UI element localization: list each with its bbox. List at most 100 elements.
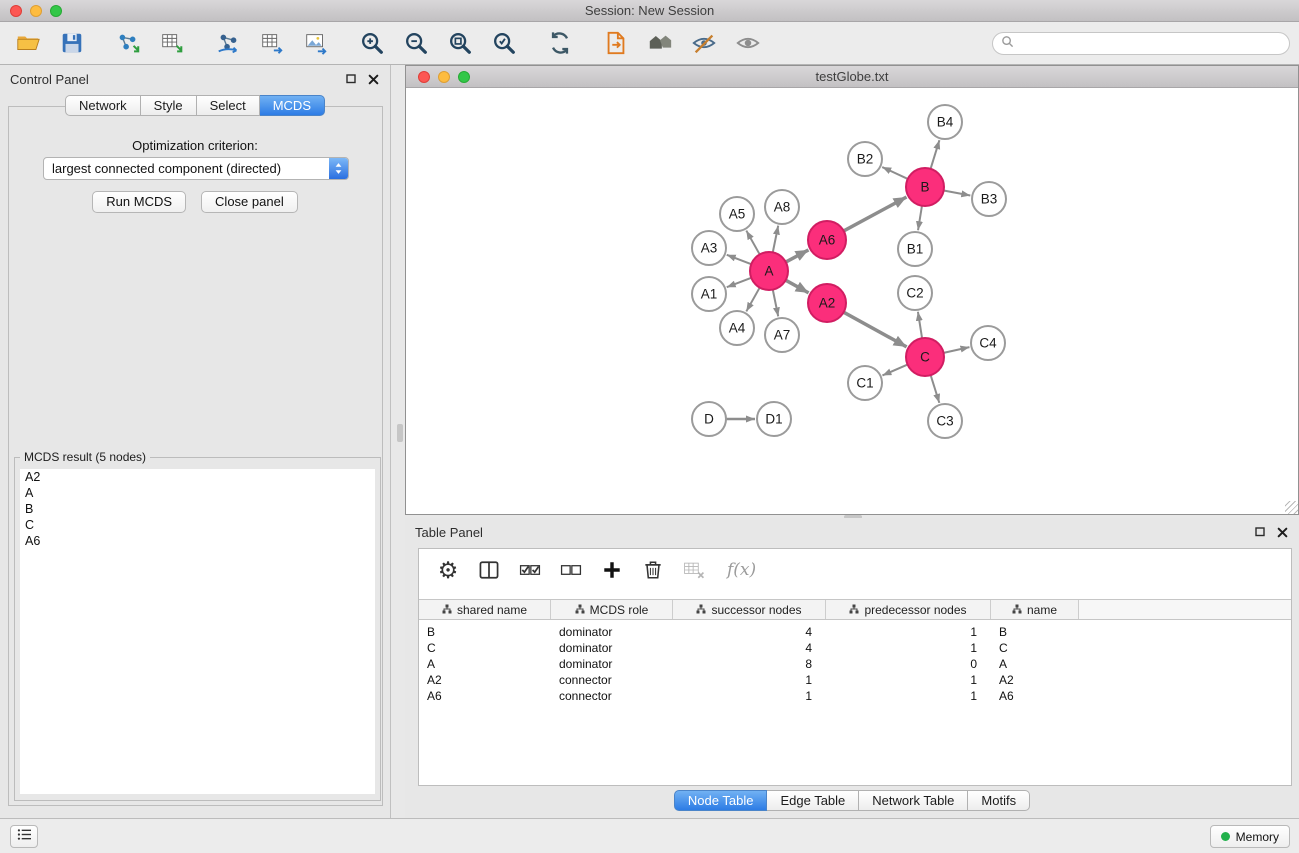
table-cell[interactable]: B bbox=[991, 624, 1079, 640]
graph-node-D[interactable]: D bbox=[692, 402, 726, 436]
graph-edge-A-A7[interactable] bbox=[773, 290, 778, 317]
mcds-result-item[interactable]: A bbox=[20, 485, 375, 501]
export-document-icon[interactable] bbox=[602, 29, 630, 57]
close-window-button[interactable] bbox=[10, 5, 22, 17]
settings-gear-icon[interactable]: ⚙ bbox=[435, 557, 461, 583]
graph-edge-B-B2[interactable] bbox=[882, 167, 908, 179]
table-cell[interactable]: dominator bbox=[551, 656, 673, 672]
table-row[interactable]: Cdominator41C bbox=[419, 640, 1291, 656]
mcds-result-item[interactable]: C bbox=[20, 517, 375, 533]
graph-node-C1[interactable]: C1 bbox=[848, 366, 882, 400]
import-table-icon[interactable] bbox=[158, 29, 186, 57]
task-history-button[interactable] bbox=[10, 825, 38, 848]
graph-edge-A-A3[interactable] bbox=[727, 255, 752, 264]
table-row[interactable]: A2connector11A2 bbox=[419, 672, 1291, 688]
graph-node-C2[interactable]: C2 bbox=[898, 276, 932, 310]
zoom-window-button[interactable] bbox=[50, 5, 62, 17]
table-cell[interactable]: connector bbox=[551, 672, 673, 688]
table-cell[interactable]: 1 bbox=[826, 688, 991, 704]
mcds-result-item[interactable]: B bbox=[20, 501, 375, 517]
table-cell[interactable]: dominator bbox=[551, 640, 673, 656]
graph-node-C4[interactable]: C4 bbox=[971, 326, 1005, 360]
graph-node-B2[interactable]: B2 bbox=[848, 142, 882, 176]
graph-node-A4[interactable]: A4 bbox=[720, 311, 754, 345]
table-cell[interactable]: A2 bbox=[991, 672, 1079, 688]
mcds-result-item[interactable]: A2 bbox=[20, 469, 375, 485]
close-panel-button[interactable]: Close panel bbox=[201, 191, 298, 213]
minimize-network-window-button[interactable] bbox=[438, 71, 450, 83]
table-cell[interactable]: 1 bbox=[673, 688, 826, 704]
table-cell[interactable]: 4 bbox=[673, 624, 826, 640]
graph-node-B4[interactable]: B4 bbox=[928, 105, 962, 139]
graph-edge-C-C3[interactable] bbox=[931, 375, 940, 403]
show-details-icon[interactable] bbox=[734, 29, 762, 57]
zoom-fit-icon[interactable] bbox=[446, 29, 474, 57]
tab-node-table[interactable]: Node Table bbox=[674, 790, 768, 811]
table-cell[interactable]: A6 bbox=[991, 688, 1079, 704]
apply-layout-icon[interactable] bbox=[546, 29, 574, 57]
mcds-result-item[interactable]: A6 bbox=[20, 533, 375, 549]
graph-edge-A-A5[interactable] bbox=[746, 231, 759, 255]
network-window-titlebar[interactable]: testGlobe.txt bbox=[406, 66, 1298, 88]
column-header-predecessor-nodes[interactable]: predecessor nodes bbox=[826, 600, 991, 619]
vertical-splitter-handle[interactable] bbox=[397, 424, 403, 442]
graph-node-A6[interactable]: A6 bbox=[808, 221, 846, 259]
graph-node-C3[interactable]: C3 bbox=[928, 404, 962, 438]
table-cell[interactable]: B bbox=[419, 624, 551, 640]
graph-node-D1[interactable]: D1 bbox=[757, 402, 791, 436]
optimization-criterion-select[interactable]: largest connected component (directed) bbox=[43, 157, 349, 180]
tab-edge-table[interactable]: Edge Table bbox=[767, 790, 859, 811]
table-cell[interactable]: connector bbox=[551, 688, 673, 704]
zoom-network-window-button[interactable] bbox=[458, 71, 470, 83]
delete-row-icon[interactable] bbox=[640, 557, 666, 583]
graphics-details-icon[interactable] bbox=[690, 29, 718, 57]
graph-edge-B-B3[interactable] bbox=[944, 191, 971, 196]
select-all-icon[interactable] bbox=[517, 557, 543, 583]
graph-node-A[interactable]: A bbox=[750, 252, 788, 290]
graph-edge-B-B4[interactable] bbox=[931, 140, 940, 169]
tab-style[interactable]: Style bbox=[141, 95, 197, 116]
float-panel-icon[interactable] bbox=[344, 73, 357, 86]
search-input[interactable] bbox=[1019, 37, 1281, 51]
minimize-window-button[interactable] bbox=[30, 5, 42, 17]
table-row[interactable]: Adominator80A bbox=[419, 656, 1291, 672]
save-session-icon[interactable] bbox=[58, 29, 86, 57]
graph-edge-C-C4[interactable] bbox=[944, 347, 970, 353]
graph-edge-C-C2[interactable] bbox=[918, 312, 922, 338]
tab-motifs[interactable]: Motifs bbox=[968, 790, 1030, 811]
table-cell[interactable]: 0 bbox=[826, 656, 991, 672]
table-cell[interactable]: A2 bbox=[419, 672, 551, 688]
table-cell[interactable]: A bbox=[419, 656, 551, 672]
graph-edge-A-A6[interactable] bbox=[786, 250, 809, 262]
delete-table-icon[interactable] bbox=[681, 557, 707, 583]
graph-edge-A-A4[interactable] bbox=[746, 288, 759, 312]
tab-mcds[interactable]: MCDS bbox=[260, 95, 325, 116]
export-image-icon[interactable] bbox=[302, 29, 330, 57]
deselect-all-icon[interactable] bbox=[558, 557, 584, 583]
graph-node-B3[interactable]: B3 bbox=[972, 182, 1006, 216]
open-session-icon[interactable] bbox=[14, 29, 42, 57]
tab-select[interactable]: Select bbox=[197, 95, 260, 116]
column-header-name[interactable]: name bbox=[991, 600, 1079, 619]
table-cell[interactable]: 1 bbox=[673, 672, 826, 688]
search-box[interactable] bbox=[992, 32, 1290, 55]
close-panel-icon[interactable] bbox=[367, 73, 380, 86]
graph-node-B1[interactable]: B1 bbox=[898, 232, 932, 266]
column-header-mcds-role[interactable]: MCDS role bbox=[551, 600, 673, 619]
resize-grip[interactable] bbox=[1285, 501, 1298, 514]
graph-node-A8[interactable]: A8 bbox=[765, 190, 799, 224]
add-row-icon[interactable] bbox=[599, 557, 625, 583]
graph-node-A1[interactable]: A1 bbox=[692, 277, 726, 311]
table-row[interactable]: A6connector11A6 bbox=[419, 688, 1291, 704]
table-cell[interactable]: 4 bbox=[673, 640, 826, 656]
tab-network-table[interactable]: Network Table bbox=[859, 790, 968, 811]
birdseye-icon[interactable] bbox=[646, 29, 674, 57]
zoom-out-icon[interactable] bbox=[402, 29, 430, 57]
graph-edge-A-A8[interactable] bbox=[773, 226, 778, 253]
function-builder-icon[interactable]: f(x) bbox=[727, 560, 756, 580]
zoom-in-icon[interactable] bbox=[358, 29, 386, 57]
mcds-result-list[interactable]: A2ABCA6 bbox=[20, 469, 375, 794]
zoom-selected-icon[interactable] bbox=[490, 29, 518, 57]
graph-edge-B-B1[interactable] bbox=[918, 206, 922, 230]
graph-edge-C-C1[interactable] bbox=[882, 365, 907, 376]
